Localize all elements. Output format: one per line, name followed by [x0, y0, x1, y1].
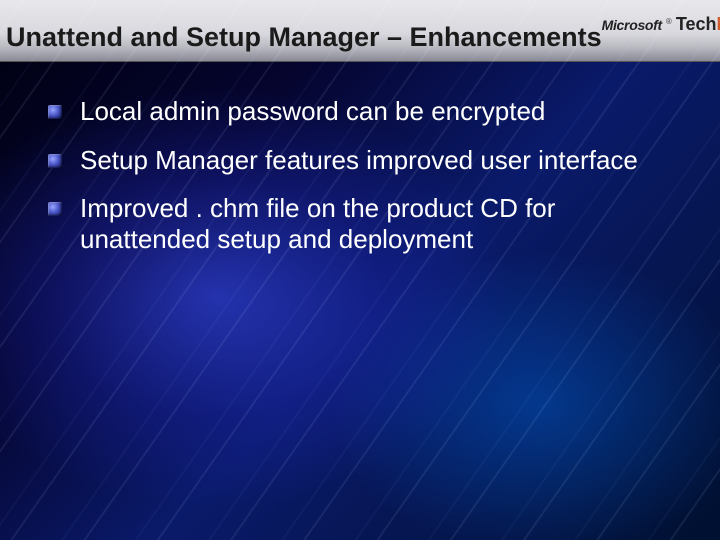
bullet-text: Local admin password can be encrypted: [80, 96, 545, 127]
list-item: Improved . chm file on the product CD fo…: [48, 193, 680, 254]
bullet-icon: [48, 202, 62, 216]
list-item: Setup Manager features improved user int…: [48, 145, 680, 176]
slide: Unattend and Setup Manager – Enhancement…: [0, 0, 720, 540]
list-item: Local admin password can be encrypted: [48, 96, 680, 127]
slide-content: Local admin password can be encrypted Se…: [0, 62, 720, 255]
bullet-text: Setup Manager features improved user int…: [80, 145, 638, 176]
bullet-icon: [48, 154, 62, 168]
bullet-text: Improved . chm file on the product CD fo…: [80, 193, 660, 254]
bullet-icon: [48, 105, 62, 119]
